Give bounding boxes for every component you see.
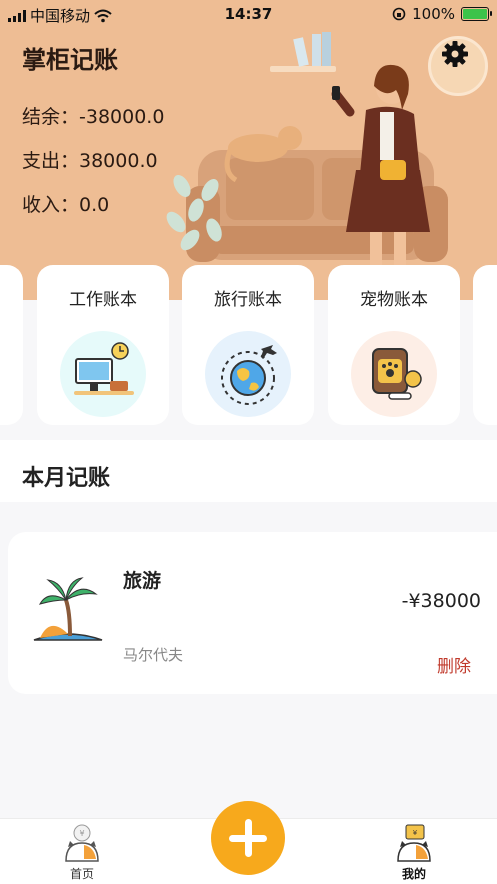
- book-card-pet[interactable]: 宠物账本: [328, 265, 460, 425]
- delete-button[interactable]: 删除: [437, 652, 471, 677]
- tab-home[interactable]: ¥ 首页: [42, 819, 122, 884]
- settings-button[interactable]: [428, 36, 488, 96]
- status-bar: 中国移动 14:37 100%: [0, 0, 497, 28]
- book-card-label: 工作账本: [69, 290, 137, 310]
- record-note: 马尔代夫: [123, 646, 184, 664]
- app-title: 掌柜记账: [22, 46, 118, 74]
- tab-mine[interactable]: ¥ 我的: [374, 819, 454, 884]
- mine-cat-icon: ¥: [397, 824, 431, 862]
- plus-icon: [229, 819, 267, 857]
- svg-text:¥: ¥: [79, 829, 84, 838]
- gear-icon: [442, 41, 468, 67]
- record-amount: -¥38000: [401, 590, 481, 612]
- pet-food-icon: [351, 331, 437, 417]
- battery-percent: 100%: [412, 5, 455, 23]
- palm-island-icon: [33, 577, 103, 641]
- book-card-label: 宠物账本: [360, 290, 428, 310]
- tab-mine-label: 我的: [401, 867, 426, 881]
- section-title: 本月记账: [22, 466, 111, 491]
- tab-home-label: 首页: [69, 867, 94, 881]
- income-text: 收入：0.0: [22, 194, 110, 216]
- expense-text: 支出：38000.0: [22, 150, 158, 172]
- header-hero: 中国移动 14:37 100% 掌柜记账 结余：-38000.0 支出：3800…: [0, 0, 497, 300]
- computer-desk-icon: [60, 331, 146, 417]
- record-item[interactable]: 旅游 马尔代夫 -¥38000 删除: [8, 532, 497, 694]
- books-carousel[interactable]: 工作账本 旅行账本 宠物账本: [0, 265, 497, 435]
- book-card-work[interactable]: 工作账本: [37, 265, 169, 425]
- book-card-partial-right[interactable]: [473, 265, 497, 425]
- globe-plane-icon: [205, 331, 291, 417]
- svg-text:¥: ¥: [413, 829, 418, 837]
- home-cat-icon: ¥: [65, 824, 99, 862]
- book-card-label: 旅行账本: [214, 290, 282, 310]
- add-record-button[interactable]: [211, 801, 285, 875]
- book-card-partial-left[interactable]: [0, 265, 23, 425]
- book-card-travel[interactable]: 旅行账本: [182, 265, 314, 425]
- record-category: 旅游: [123, 570, 162, 592]
- balance-text: 结余：-38000.0: [22, 106, 165, 128]
- rotation-lock-icon: [392, 7, 406, 21]
- battery-icon: [461, 7, 492, 21]
